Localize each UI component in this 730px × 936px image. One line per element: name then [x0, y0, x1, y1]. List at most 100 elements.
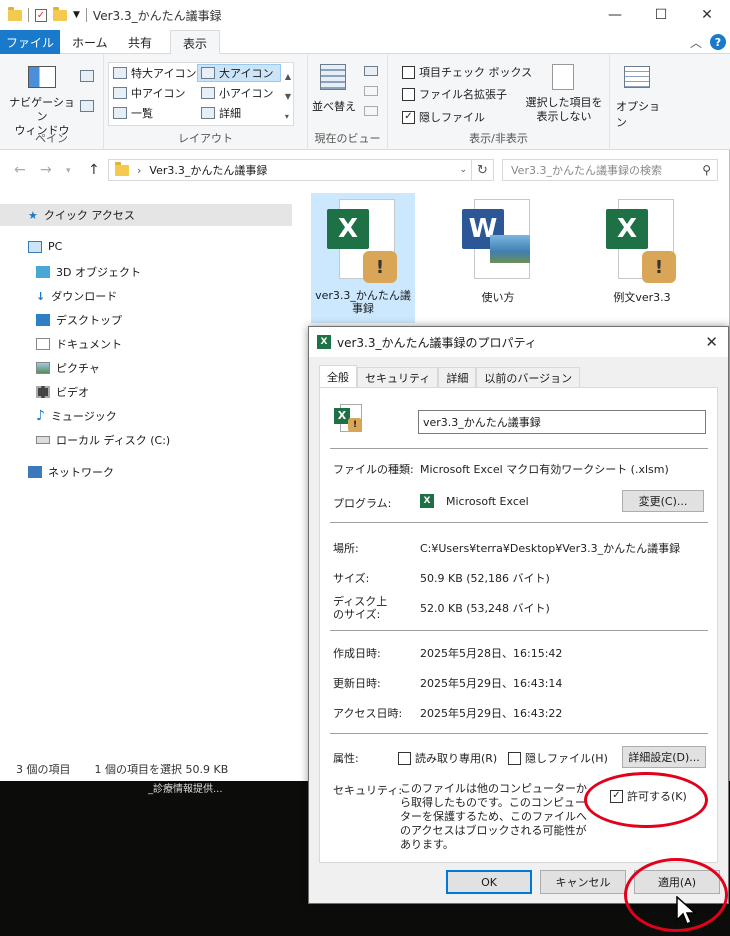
file-name: 例文ver3.3	[613, 291, 671, 304]
details-icon	[201, 107, 215, 119]
layout-details[interactable]: 詳細	[201, 105, 241, 121]
dialog-close-icon[interactable]: ✕	[705, 333, 718, 351]
options-button[interactable]: オプション	[616, 98, 668, 130]
excel-macro-file-icon: X!	[327, 199, 399, 285]
file-name-field[interactable]: ver3.3_かんたん議事録	[418, 410, 706, 434]
address-input[interactable]: › Ver3.3_かんたん議事録 ⌄	[108, 159, 472, 181]
minimize-button[interactable]: —	[592, 0, 638, 30]
layout-scroll-icon[interactable]: ▲ ▼ ▾	[285, 67, 291, 127]
recent-dropdown-icon[interactable]: ▾	[66, 166, 71, 176]
nav-pictures[interactable]: ピクチャ	[36, 360, 100, 376]
size-columns-icon[interactable]	[364, 106, 378, 116]
item-count: 3 個の項目	[16, 763, 71, 776]
options-icon[interactable]	[624, 66, 650, 88]
nav-network[interactable]: ネットワーク	[28, 464, 114, 480]
hide-selected-icon[interactable]	[552, 64, 574, 90]
tab-view[interactable]: 表示	[170, 30, 221, 55]
file-extensions-toggle[interactable]: ファイル名拡張子	[402, 86, 507, 102]
sort-button[interactable]: 並べ替え	[312, 98, 356, 114]
tab-home[interactable]: ホーム	[72, 30, 108, 54]
nav-quick-access[interactable]: ★ クイック アクセス	[0, 204, 292, 226]
new-folder-icon[interactable]	[53, 6, 67, 21]
ok-button[interactable]: OK	[446, 870, 532, 894]
nav-desktop[interactable]: デスクトップ	[36, 312, 122, 328]
advanced-button[interactable]: 詳細設定(D)...	[622, 746, 706, 768]
divider	[330, 733, 708, 734]
group-by-icon[interactable]	[364, 66, 378, 76]
checkbox[interactable]	[402, 65, 415, 79]
hidden-checkbox[interactable]: 隠しファイル(H)	[508, 750, 608, 766]
close-button[interactable]: ✕	[684, 0, 730, 30]
tab-share[interactable]: 共有	[128, 30, 152, 54]
checkbox[interactable]	[398, 751, 411, 765]
nav-music[interactable]: ♪ ミュージック	[36, 408, 117, 424]
document-icon	[36, 338, 50, 350]
collapse-ribbon-icon[interactable]: ︿	[690, 34, 702, 51]
address-dropdown-icon[interactable]: ⌄	[459, 165, 467, 175]
accessed-label: アクセス日時:	[333, 707, 403, 720]
tab-security[interactable]: セキュリティ	[357, 367, 439, 387]
dialog-tabs: 全般 セキュリティ 詳細 以前のバージョン	[319, 365, 581, 387]
small-icons-icon	[201, 87, 215, 99]
properties-icon[interactable]: ✓	[35, 8, 47, 22]
checkbox-checked[interactable]: ✓	[402, 110, 415, 124]
desktop-icon	[36, 314, 50, 326]
help-icon[interactable]: ?	[710, 34, 726, 50]
layout-list[interactable]: 一覧	[113, 105, 153, 121]
nav-downloads[interactable]: ↓ ダウンロード	[36, 288, 117, 304]
maximize-button[interactable]: ☐	[638, 0, 684, 30]
preview-pane-icon[interactable]	[80, 70, 94, 82]
tab-details[interactable]: 詳細	[438, 367, 477, 387]
security-note: このファイルは他のコンピューターから取得したものです。このコンピューターを保護す…	[400, 782, 587, 851]
search-icon[interactable]: ⚲	[702, 163, 711, 177]
file-item[interactable]: X! ver3.3_かんたん議事録	[311, 193, 415, 323]
change-program-button[interactable]: 変更(C)...	[622, 490, 704, 512]
checkbox[interactable]	[402, 87, 415, 101]
readonly-checkbox[interactable]: 読み取り専用(R)	[398, 750, 497, 766]
forward-icon[interactable]: →	[40, 162, 52, 178]
file-item[interactable]: X! 例文ver3.3	[590, 193, 694, 305]
layout-medium-icons[interactable]: 中アイコン	[113, 85, 185, 101]
cancel-button[interactable]: キャンセル	[540, 870, 626, 894]
refresh-icon[interactable]: ↻	[472, 159, 494, 181]
download-arrow-icon: ↓	[36, 289, 46, 303]
search-input[interactable]: Ver3.3_かんたん議事録の検索 ⚲	[502, 159, 718, 181]
hidden-items-toggle[interactable]: ✓ 隠しファイル	[402, 109, 485, 125]
size-value: 50.9 KB (52,186 バイト)	[420, 572, 550, 585]
address-path[interactable]: Ver3.3_かんたん議事録	[149, 162, 267, 178]
item-checkboxes-toggle[interactable]: 項目チェック ボックス	[402, 64, 532, 80]
tab-previous-versions[interactable]: 以前のバージョン	[476, 367, 581, 387]
ribbon-tabs: ファイル ホーム 共有 表示 ︿ ?	[0, 30, 730, 55]
layout-small-icons[interactable]: 小アイコン	[201, 85, 273, 101]
sort-icon[interactable]	[320, 64, 346, 90]
cube-icon	[36, 266, 50, 278]
nav-3d-objects[interactable]: 3D オブジェクト	[36, 264, 141, 280]
back-icon[interactable]: ←	[14, 162, 26, 178]
file-type-icon: X !	[334, 404, 364, 434]
dialog-title-bar: X ver3.3_かんたん議事録のプロパティ	[309, 327, 728, 357]
nav-local-disk[interactable]: ローカル ディスク (C:)	[36, 432, 170, 448]
tab-file[interactable]: ファイル	[0, 30, 60, 54]
navigation-pane-icon[interactable]	[28, 66, 56, 88]
network-icon	[28, 466, 42, 478]
file-item[interactable]: W 使い方	[446, 193, 550, 305]
nav-videos[interactable]: ビデオ	[36, 384, 89, 400]
customize-dropdown-icon[interactable]: ▼	[73, 10, 80, 20]
mouse-cursor-icon	[676, 896, 697, 926]
add-columns-icon[interactable]	[364, 86, 378, 96]
layout-group-label: レイアウト	[178, 132, 233, 145]
options-group: オプション	[610, 54, 668, 150]
divider	[28, 8, 29, 22]
checkbox[interactable]	[508, 751, 521, 765]
window-controls: — ☐ ✕	[592, 0, 730, 30]
hide-selected-button[interactable]: 選択した項目を 表示しない	[522, 96, 606, 124]
layout-extra-large-icons[interactable]: 特大アイコン	[113, 65, 196, 81]
tab-general[interactable]: 全般	[319, 365, 357, 387]
layout-large-icons[interactable]: 大アイコン	[197, 64, 281, 82]
folder-icon	[115, 161, 129, 176]
nav-pc[interactable]: PC	[28, 240, 62, 253]
nav-documents[interactable]: ドキュメント	[36, 336, 122, 352]
address-separator-icon: ›	[137, 163, 142, 177]
up-icon[interactable]: ↑	[88, 162, 100, 178]
details-pane-icon[interactable]	[80, 100, 94, 112]
